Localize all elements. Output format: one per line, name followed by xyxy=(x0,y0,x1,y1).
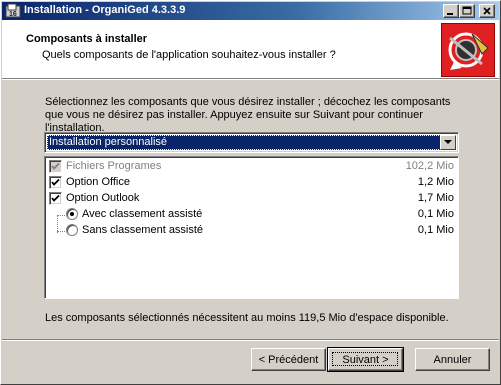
component-label: Option Outlook xyxy=(66,192,140,204)
radio-avec-classement[interactable] xyxy=(66,208,78,220)
installer-icon: 16 xyxy=(5,3,21,19)
maximize-icon xyxy=(462,6,472,15)
maximize-button[interactable] xyxy=(459,4,475,18)
wizard-header: Composants à installer Quels composants … xyxy=(2,20,499,78)
component-row-office[interactable]: Option Office 1,2 Mio xyxy=(45,174,458,190)
cancel-button[interactable]: Annuler xyxy=(415,348,490,371)
checkmark-icon xyxy=(51,162,60,170)
component-row-sans-classement[interactable]: Sans classement assisté 0,1 Mio xyxy=(45,222,458,238)
component-size: 1,7 Mio xyxy=(417,192,454,204)
install-type-value: Installation personnalisé xyxy=(47,135,441,150)
components-list[interactable]: Fichiers Programes 102,2 Mio Option Offi… xyxy=(44,156,459,299)
checkmark-icon xyxy=(51,194,60,202)
dropdown-button[interactable] xyxy=(440,135,456,150)
minimize-icon xyxy=(447,13,453,15)
component-label: Sans classement assisté xyxy=(82,224,204,236)
component-size: 1,2 Mio xyxy=(417,176,454,188)
component-size: 0,1 Mio xyxy=(417,224,454,236)
svg-text:16: 16 xyxy=(9,11,17,18)
checkbox-fichiers xyxy=(49,160,62,173)
install-type-dropdown[interactable]: Installation personnalisé xyxy=(44,132,459,153)
minimize-button[interactable] xyxy=(443,4,459,18)
title-bar[interactable]: 16 Installation - OrganiGed 4.3.3.9 xyxy=(2,2,499,20)
back-button[interactable]: < Précédent xyxy=(251,348,326,371)
component-row-outlook[interactable]: Option Outlook 1,7 Mio xyxy=(45,190,458,206)
page-title: Composants à installer xyxy=(26,33,148,45)
close-button[interactable] xyxy=(479,4,495,18)
component-size: 0,1 Mio xyxy=(417,208,454,220)
space-required-text: Les composants sélectionnés nécessitent … xyxy=(45,312,449,324)
page-subtitle: Quels composants de l'application souhai… xyxy=(42,49,336,61)
component-label: Fichiers Programes xyxy=(66,160,162,172)
component-row-fichiers[interactable]: Fichiers Programes 102,2 Mio xyxy=(45,158,458,174)
component-label: Avec classement assisté xyxy=(82,208,203,220)
radio-sans-classement[interactable] xyxy=(66,224,78,236)
checkbox-office[interactable] xyxy=(49,176,62,189)
checkmark-icon xyxy=(51,178,60,186)
component-label: Option Office xyxy=(66,176,130,188)
close-icon xyxy=(483,7,491,15)
checkbox-outlook[interactable] xyxy=(49,192,62,205)
next-button[interactable]: Suivant > xyxy=(327,347,404,372)
component-row-avec-classement[interactable]: Avec classement assisté 0,1 Mio xyxy=(45,206,458,222)
window-title: Installation - OrganiGed 4.3.3.9 xyxy=(24,4,186,16)
instructions-text: Sélectionnez les composants que vous dés… xyxy=(45,96,451,134)
component-size: 102,2 Mio xyxy=(405,160,454,172)
organiged-logo xyxy=(441,23,495,77)
installer-window: 16 Installation - OrganiGed 4.3.3.9 Comp… xyxy=(0,0,501,385)
chevron-down-icon xyxy=(444,140,452,144)
